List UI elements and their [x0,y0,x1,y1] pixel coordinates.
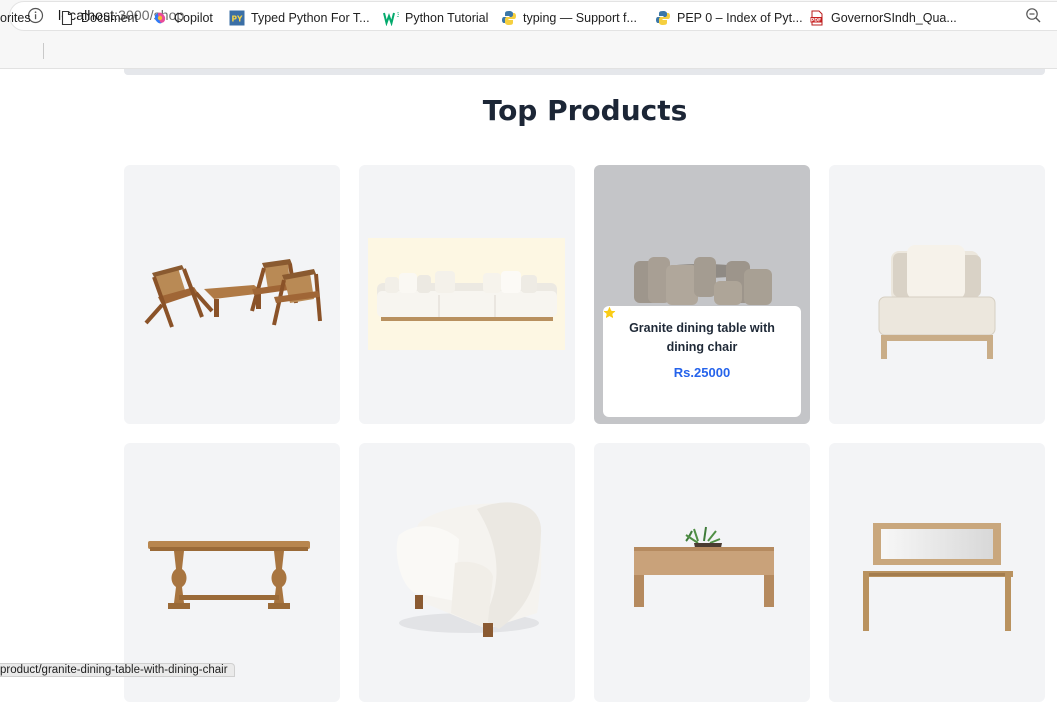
bookmark-copilot[interactable]: Copilot [152,9,213,27]
bookmark-typed-python[interactable]: PY Typed Python For T... [229,9,370,27]
bookmark-label: Python Tutorial [405,11,489,25]
product-image-sectional-sofa [368,238,565,350]
bookmark-python-tutorial[interactable]: 3 Python Tutorial [383,9,488,27]
bookmark-pep0[interactable]: PEP 0 – Index of Pyt... [655,9,803,27]
product-info-popup[interactable]: Granite dining table with dining chair R… [603,306,801,417]
bookmark-label: typing — Support f... [523,11,637,25]
bookmark-label: Copilot [174,11,213,25]
product-card-coffee-table[interactable] [594,443,810,702]
bookmark-document[interactable]: Document [59,9,138,27]
product-image-coffee-table [634,526,774,607]
product-card-armless-chair[interactable] [829,165,1045,424]
bookmark-typing[interactable]: typing — Support f... [501,9,637,27]
pdf-icon: PDF [810,10,823,26]
bookmark-governor-pdf[interactable]: PDF GovernorSIndh_Qua... [809,9,957,27]
bookmark-favorites[interactable]: orites [0,9,31,27]
bookmark-separator [43,43,44,59]
star-icon [603,307,693,400]
product-name[interactable]: Granite dining table with dining chair [603,319,801,357]
product-card-white-armchair[interactable] [359,443,575,702]
py-icon: PY [229,10,245,26]
page-title: Top Products [482,94,688,127]
bookmark-label: PEP 0 – Index of Pyt... [677,11,803,25]
copilot-icon [154,12,166,24]
product-card-granite-dining[interactable]: Granite dining table with dining chair R… [594,165,810,424]
product-image-white-armchair [396,502,542,637]
svg-text:PDF: PDF [811,18,821,24]
product-card-console-mirror[interactable] [829,443,1045,702]
star-icon [603,307,725,400]
product-image-armless-chair [878,245,996,359]
rating-stars [603,307,801,400]
product-price: Rs.25000 [673,365,731,380]
bookmark-label: GovernorSIndh_Qua... [831,11,957,25]
bookmarks-bar [0,33,1057,69]
python-icon [502,11,516,25]
w3-icon: 3 [383,12,400,26]
zoom-out-icon[interactable] [1025,7,1042,24]
star-icon [603,307,741,400]
product-image-lounge-set [144,259,322,328]
bookmark-label: Typed Python For T... [251,11,370,25]
svg-text:PY: PY [232,15,243,24]
svg-text:3: 3 [397,12,400,19]
document-icon [61,10,73,26]
star-icon [603,307,709,400]
star-icon [603,307,677,400]
product-image-console-mirror [863,523,1013,631]
link-status-bar: product/granite-dining-table-with-dining… [0,663,235,677]
product-card-lounge-set[interactable] [124,165,340,424]
python-icon [656,11,670,25]
product-card-sectional-sofa[interactable] [359,165,575,424]
bookmark-label: orites [0,11,31,25]
section-divider [124,69,1045,75]
bookmark-label: Document [81,11,138,25]
